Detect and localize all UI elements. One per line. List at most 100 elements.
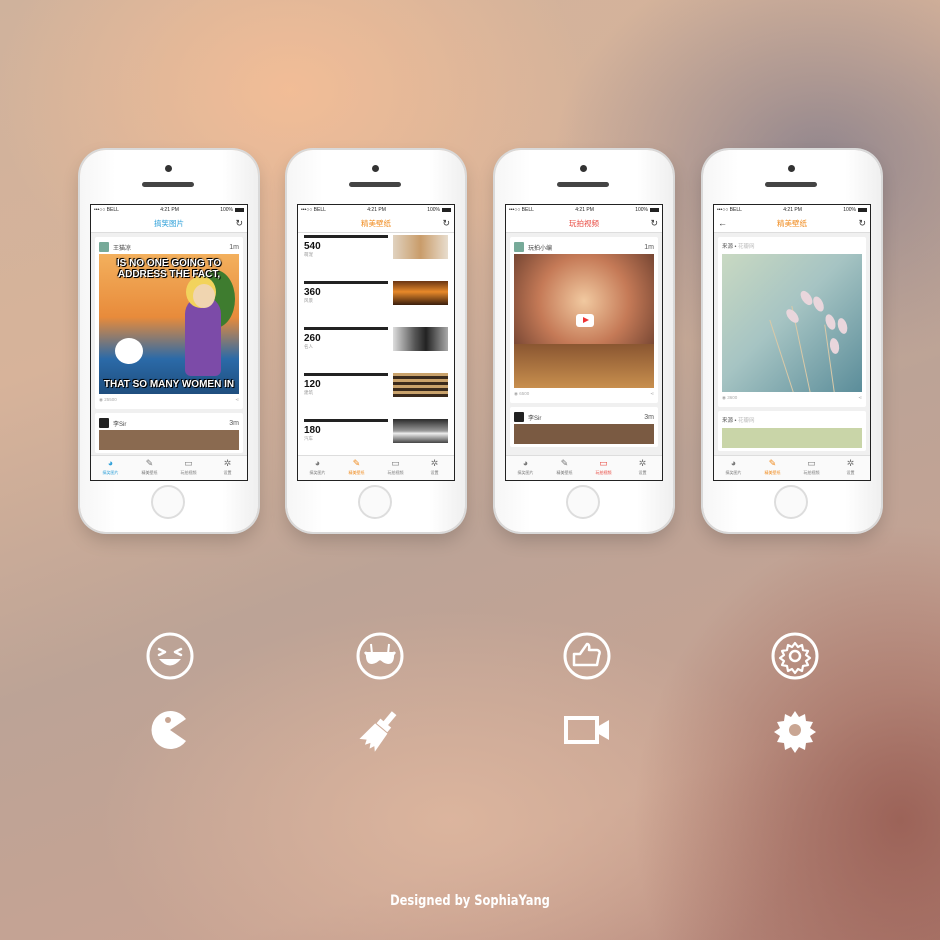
share-icon[interactable]: ⋖ [235, 394, 239, 406]
username[interactable]: 玩拍小编 [528, 243, 552, 252]
refresh-icon[interactable]: ↻ [235, 215, 243, 232]
share-icon[interactable]: ⋖ [650, 388, 654, 400]
play-icon[interactable] [576, 314, 594, 327]
phone-funny-pictures: •••○○ BELL 4:21 PM 100% 搞笑图片 ↻ 王猫凉 1m IS… [80, 150, 258, 532]
category-row[interactable]: 120 建筑 [304, 371, 448, 417]
share-icon[interactable]: ⋖ [858, 392, 862, 404]
home-button[interactable] [566, 485, 600, 519]
tab-funny-pictures[interactable]: ◕ 搞笑图片 [91, 456, 130, 480]
category-row[interactable]: 260 名人 [304, 325, 448, 371]
bra-icon [356, 632, 404, 680]
wallpaper-card[interactable]: 来源 • 花瓣网 ◉ 3600 ⋖ [718, 237, 866, 407]
feed: 王猫凉 1m IS NO ONE GOING TO ADDRESS THE FA… [91, 233, 247, 457]
gear-icon: ✲ [223, 458, 232, 468]
home-button[interactable] [151, 485, 185, 519]
paint-brush-icon: ✎ [768, 458, 777, 468]
tab-wallpapers[interactable]: ✎ 精美壁纸 [545, 456, 584, 480]
refresh-icon[interactable]: ↻ [858, 215, 866, 232]
post-image[interactable] [99, 430, 239, 450]
screen: •••○○ BELL 4:21 PM 100% 搞笑图片 ↻ 王猫凉 1m IS… [90, 204, 248, 481]
status-bar: •••○○ BELL 4:21 PM 100% [298, 205, 454, 215]
tab-videos[interactable]: ▭ 玩拍视频 [169, 456, 208, 480]
tab-funny-pictures[interactable]: ◕ 搞笑图片 [298, 456, 337, 480]
meme-image[interactable]: IS NO ONE GOING TO ADDRESS THE FACT, THA… [99, 254, 239, 394]
username[interactable]: 李Sir [528, 413, 541, 422]
screen: •••○○ BELL 4:21 PM 100% ← 精美壁纸 ↻ 来源 • 花瓣… [713, 204, 871, 481]
page-title: 精美壁纸 [361, 219, 391, 228]
username[interactable]: 王猫凉 [113, 243, 131, 252]
source-site[interactable]: 花瓣网 [738, 418, 755, 424]
battery-percent: 100% [427, 207, 440, 213]
tab-bar: ◕ 搞笑图片 ✎ 精美壁纸 ▭ 玩拍视频 ✲ 设置 [91, 455, 247, 480]
battery-icon [858, 207, 867, 212]
thumbs-up-icon [563, 632, 611, 680]
home-button[interactable] [774, 485, 808, 519]
refresh-icon[interactable]: ↻ [650, 215, 658, 232]
home-button[interactable] [358, 485, 392, 519]
category-thumbnail [393, 373, 448, 397]
tab-bar: ◕ 搞笑图片 ✎ 精美壁纸 ▭ 玩拍视频 ✲ 设置 [298, 455, 454, 480]
video-thumbnail[interactable] [514, 424, 654, 444]
clock: 4:21 PM [160, 207, 179, 213]
view-count: 6500 [519, 391, 530, 396]
paint-brush-icon: ✎ [145, 458, 154, 468]
avatar[interactable] [514, 242, 524, 252]
tab-settings[interactable]: ✲ 设置 [415, 456, 454, 480]
carrier: •••○○ BELL [94, 207, 119, 213]
nav-bar: 精美壁纸 ↻ [298, 215, 454, 233]
username[interactable]: 李Sir [113, 419, 126, 428]
tab-videos[interactable]: ▭ 玩拍视频 [376, 456, 415, 480]
video-card[interactable]: 玩拍小编 1m ◉ 6500 ⋖ [510, 237, 658, 403]
tab-wallpapers[interactable]: ✎ 精美壁纸 [130, 456, 169, 480]
wallpaper-image[interactable] [722, 254, 862, 392]
post-time: 1m [644, 243, 654, 251]
video-card[interactable]: 李Sir 3m [510, 407, 658, 447]
clock: 4:21 PM [575, 207, 594, 213]
gear-icon: ✲ [638, 458, 647, 468]
front-camera [165, 165, 172, 172]
category-label: 建筑 [304, 390, 313, 395]
paint-brush-icon [359, 711, 397, 752]
tab-wallpapers[interactable]: ✎ 精美壁纸 [337, 456, 376, 480]
avatar[interactable] [99, 242, 109, 252]
tab-wallpapers[interactable]: ✎ 精美壁纸 [753, 456, 792, 480]
avatar[interactable] [514, 412, 524, 422]
wallpaper-image[interactable] [722, 428, 862, 448]
laugh-face-icon [146, 632, 194, 680]
tab-videos[interactable]: ▭ 玩拍视频 [792, 456, 831, 480]
tab-funny-pictures[interactable]: ◕ 搞笑图片 [714, 456, 753, 480]
category-thumbnail [393, 281, 448, 305]
meme-bottom-text: THAT SO MANY WOMEN IN [103, 379, 235, 390]
wallpaper-card[interactable]: 来源 • 花瓣网 [718, 411, 866, 451]
video-thumbnail[interactable] [514, 254, 654, 388]
category-row[interactable]: 540 萌宠 [304, 233, 448, 279]
tab-settings[interactable]: ✲ 设置 [623, 456, 662, 480]
refresh-icon[interactable]: ↻ [442, 215, 450, 232]
clock: 4:21 PM [783, 207, 802, 213]
status-bar: •••○○ BELL 4:21 PM 100% [91, 205, 247, 215]
category-row[interactable]: 180 汽车 [304, 417, 448, 457]
feed: 玩拍小编 1m ◉ 6500 ⋖ 李Sir 3m [506, 233, 662, 457]
back-arrow-icon[interactable]: ← [718, 215, 727, 232]
category-row[interactable]: 360 风景 [304, 279, 448, 325]
view-count: 25500 [104, 397, 117, 402]
pacman-icon: ◕ [107, 458, 114, 468]
tab-settings[interactable]: ✲ 设置 [208, 456, 247, 480]
tab-settings[interactable]: ✲ 设置 [831, 456, 870, 480]
source-site[interactable]: 花瓣网 [738, 244, 755, 250]
category-thumbnail [393, 327, 448, 351]
page-title: 搞笑图片 [154, 219, 184, 228]
avatar[interactable] [99, 418, 109, 428]
tab-funny-pictures[interactable]: ◕ 搞笑图片 [506, 456, 545, 480]
nav-bar: 玩拍视频 ↻ [506, 215, 662, 233]
tab-videos[interactable]: ▭ 玩拍视频 [584, 456, 623, 480]
phone-videos: •••○○ BELL 4:21 PM 100% 玩拍视频 ↻ 玩拍小编 1m ◉ [495, 150, 673, 532]
post-card[interactable]: 李Sir 3m [95, 413, 243, 453]
battery-icon [650, 207, 659, 212]
dog-figure [115, 338, 143, 364]
tab-bar: ◕ 搞笑图片 ✎ 精美壁纸 ▭ 玩拍视频 ✲ 设置 [506, 455, 662, 480]
post-card[interactable]: 王猫凉 1m IS NO ONE GOING TO ADDRESS THE FA… [95, 237, 243, 409]
front-camera [372, 165, 379, 172]
gear-icon: ✲ [430, 458, 439, 468]
category-thumbnail [393, 235, 448, 259]
